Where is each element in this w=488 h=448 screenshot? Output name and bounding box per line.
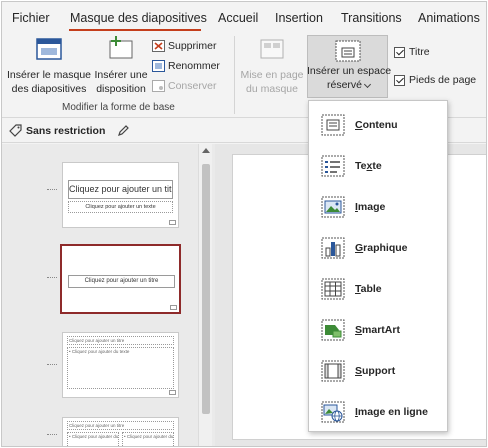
- tab-masque-diapositives[interactable]: Masque des diapositives: [70, 11, 207, 25]
- insert-master-icon: [36, 38, 62, 60]
- insert-layout-label-2: disposition: [96, 83, 146, 95]
- menu-label-graphique: Graphique: [355, 242, 408, 254]
- thumbnail-layout-two-content[interactable]: Cliquez pour ajouter un titre • Cliquez …: [62, 417, 179, 446]
- insert-placeholder-button[interactable]: Insérer un espace réservé: [307, 35, 392, 98]
- thumb-corner-icon: [169, 220, 176, 225]
- master-layout-label-2: du masque: [246, 83, 298, 95]
- online-image-icon: [321, 401, 345, 423]
- thumb-title-placeholder: Cliquez pour ajouter un titre: [68, 180, 173, 199]
- rename-label: Renommer: [168, 60, 220, 72]
- tab-insertion[interactable]: Insertion: [275, 11, 323, 25]
- thumb-connector: [47, 189, 57, 190]
- menu-item-smartart[interactable]: SmartArt: [309, 312, 447, 348]
- tab-fichier[interactable]: Fichier: [12, 11, 50, 25]
- menu-label-image: Image: [355, 201, 386, 213]
- insert-layout-icon: [109, 36, 133, 59]
- thumbnails-pane[interactable]: Cliquez pour ajouter un titre Cliquez po…: [2, 144, 215, 446]
- thumbnail-layout-content[interactable]: Cliquez pour ajouter un titre • Cliquez …: [62, 332, 179, 398]
- menu-label-table: Table: [355, 283, 382, 295]
- pencil-icon[interactable]: [117, 124, 130, 137]
- ribbon-separator: [234, 36, 235, 114]
- menu-item-graphique[interactable]: Graphique: [309, 230, 447, 266]
- thumb-body-placeholder: • Cliquez pour ajouter du texte: [67, 347, 174, 389]
- table-icon: [321, 278, 345, 300]
- master-layout-button[interactable]: Mise en page du masque: [238, 36, 306, 96]
- footer-checkbox[interactable]: Pieds de page: [394, 74, 476, 86]
- thumb-connector: [47, 434, 57, 435]
- media-icon: [321, 360, 345, 382]
- menu-item-image-en-ligne[interactable]: Image en ligne: [309, 394, 447, 430]
- tag-icon: [9, 124, 22, 137]
- thumb-body-placeholder-right: • Cliquez pour ajouter du texte: [122, 432, 174, 446]
- insert-master-label-2: des diapositives: [11, 83, 87, 95]
- menu-item-contenu[interactable]: Contenu: [309, 107, 447, 143]
- insert-layout-button[interactable]: Insérer une disposition: [92, 36, 150, 96]
- thumb-title-placeholder: Cliquez pour ajouter un titre: [68, 275, 175, 288]
- menu-item-image[interactable]: Image: [309, 189, 447, 225]
- insert-placeholder-label-2: réservé: [326, 79, 362, 91]
- app-window: Fichier Masque des diapositives Accueil …: [1, 1, 487, 447]
- restriction-label[interactable]: Sans restriction: [26, 125, 105, 137]
- rename-button[interactable]: Renommer: [152, 60, 220, 72]
- chart-icon: [321, 237, 345, 259]
- delete-icon: [152, 40, 165, 52]
- tab-accueil[interactable]: Accueil: [218, 11, 258, 25]
- master-layout-icon: [260, 39, 284, 59]
- thumbnails-scrollbar[interactable]: [198, 144, 212, 446]
- title-checkbox-label: Titre: [409, 46, 430, 58]
- menu-label-support: Support: [355, 365, 396, 377]
- insert-placeholder-menu: Contenu Texte Image Graphique Table Smar…: [308, 100, 448, 432]
- scrollbar-thumb[interactable]: [202, 164, 210, 414]
- thumb-body-placeholder: • Cliquez pour ajouter du texte: [67, 432, 119, 446]
- group-label-master: Modifier la forme de base: [62, 102, 175, 113]
- thumb-subtitle-placeholder: Cliquez pour ajouter un texte: [68, 201, 173, 213]
- thumb-connector: [47, 277, 57, 278]
- scroll-up-arrow-icon[interactable]: [202, 148, 210, 153]
- insert-placeholder-icon: [335, 40, 361, 62]
- image-icon: [321, 196, 345, 218]
- preserve-button[interactable]: Conserver: [152, 80, 216, 92]
- thumb-title-placeholder: Cliquez pour ajouter un titre: [67, 336, 174, 345]
- insert-layout-label-1: Insérer une: [94, 69, 148, 81]
- insert-master-label-1: Insérer le masque: [6, 69, 92, 81]
- thumbnail-master[interactable]: Cliquez pour ajouter un titre Cliquez po…: [62, 162, 179, 228]
- menu-item-table[interactable]: Table: [309, 271, 447, 307]
- menu-label-contenu: Contenu: [355, 119, 398, 131]
- menu-label-image-en-ligne: Image en ligne: [355, 406, 428, 418]
- thumb-connector: [47, 364, 57, 365]
- thumb-corner-icon: [169, 390, 176, 395]
- menu-label-texte: Texte: [355, 160, 382, 172]
- insert-master-button[interactable]: Insérer le masque des diapositives: [6, 36, 92, 96]
- rename-icon: [152, 60, 165, 72]
- master-layout-label-1: Mise en page: [240, 69, 304, 81]
- thumbnail-layout-selected[interactable]: Cliquez pour ajouter un titre: [60, 244, 181, 314]
- preserve-icon: [152, 80, 165, 92]
- menu-label-smartart: SmartArt: [355, 324, 400, 336]
- tab-animations[interactable]: Animations: [418, 11, 480, 25]
- smartart-icon: [321, 319, 345, 341]
- insert-placeholder-label-1: Insérer un espace: [307, 65, 392, 77]
- checkbox-checked-icon: [394, 74, 405, 86]
- checkbox-checked-icon: [394, 46, 405, 58]
- thumb-title-placeholder: Cliquez pour ajouter un titre: [67, 421, 174, 430]
- ribbon-tabs: Fichier Masque des diapositives Accueil …: [2, 2, 486, 32]
- thumb-corner-icon: [170, 305, 177, 310]
- menu-item-support[interactable]: Support: [309, 353, 447, 389]
- text-icon: [321, 155, 345, 177]
- active-tab-indicator: [69, 29, 201, 31]
- footer-checkbox-label: Pieds de page: [409, 74, 477, 86]
- tab-transitions[interactable]: Transitions: [341, 11, 402, 25]
- delete-button[interactable]: Supprimer: [152, 40, 216, 52]
- delete-label: Supprimer: [168, 40, 217, 52]
- preserve-label: Conserver: [168, 80, 217, 92]
- title-checkbox[interactable]: Titre: [394, 46, 430, 58]
- content-icon: [321, 114, 345, 136]
- menu-item-texte[interactable]: Texte: [309, 148, 447, 184]
